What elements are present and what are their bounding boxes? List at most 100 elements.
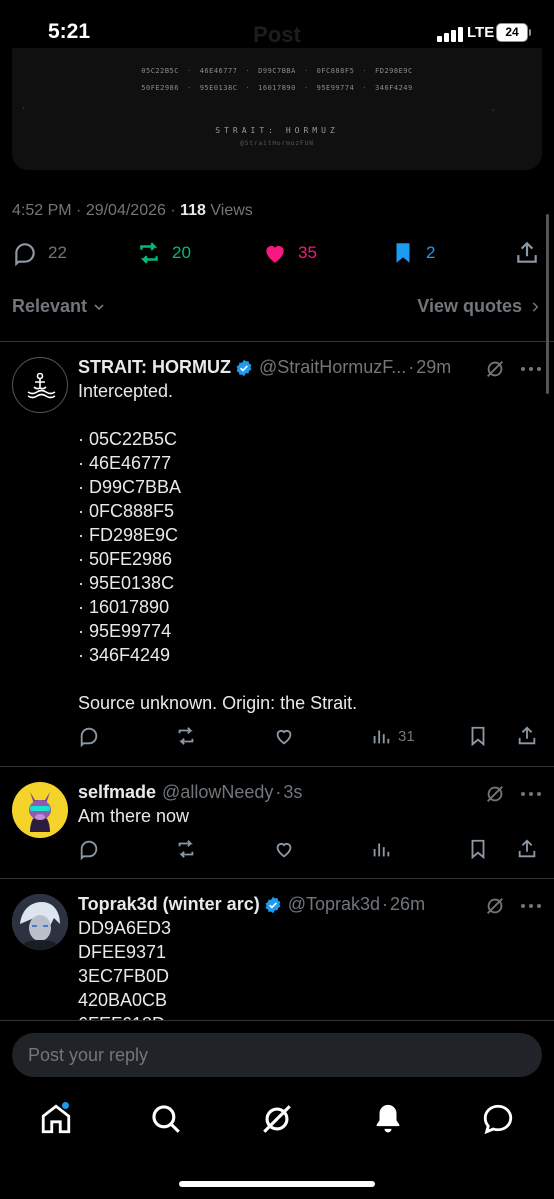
grok-icon[interactable] <box>484 895 506 917</box>
reply-button[interactable] <box>78 838 100 860</box>
reply-time: 29m <box>416 357 452 377</box>
share-button[interactable] <box>514 240 540 266</box>
reply-line: · 95E0138C <box>78 573 175 593</box>
repost-icon <box>178 840 194 858</box>
reply-line: · 50FE2986 <box>78 549 173 569</box>
reply-line: 420BA0CB <box>78 990 168 1010</box>
analytics-icon <box>373 730 390 744</box>
views-count: 118 <box>180 202 206 219</box>
nav-messages[interactable] <box>481 1102 515 1136</box>
reply-line: Source unknown. Origin: the Strait. <box>78 693 358 713</box>
like-button[interactable] <box>273 838 295 860</box>
more-icon[interactable] <box>520 366 542 372</box>
sort-label: Relevant <box>12 296 88 316</box>
share-icon <box>517 241 537 263</box>
media-handle: @StraitHormuzFUN <box>240 140 314 147</box>
grok-icon[interactable] <box>484 783 506 805</box>
media-code: 346F4249 <box>375 84 413 92</box>
bookmark-button[interactable] <box>467 725 489 747</box>
analytics-icon <box>373 843 390 857</box>
like-button[interactable]: 35 <box>262 240 317 266</box>
more-icon[interactable] <box>520 791 542 797</box>
reply-item[interactable]: selfmade @allowNeedy · 3s Am there now <box>0 766 554 878</box>
more-icon[interactable] <box>520 903 542 909</box>
bookmark-icon <box>471 726 485 747</box>
like-button[interactable] <box>273 725 295 747</box>
reply-action-bar <box>78 838 542 862</box>
scrollbar[interactable] <box>546 214 549 394</box>
reply-line: 6FEF618D <box>78 1012 171 1020</box>
verified-badge-icon <box>236 359 252 376</box>
share-icon <box>518 839 536 858</box>
like-count: 35 <box>298 243 317 262</box>
reply-item[interactable]: Toprak3d (winter arc) @Toprak3d · 26m DD… <box>0 878 554 1020</box>
reply-text: Intercepted. · 05C22B5C · 46E46777 · D99… <box>78 379 357 715</box>
views-label: Views <box>210 202 253 219</box>
reply-line: · FD298E9C <box>78 525 179 545</box>
post-time: 4:52 PM <box>12 202 72 219</box>
battery-icon: 24 <box>496 23 528 42</box>
reply-button[interactable]: 22 <box>12 240 67 266</box>
bottom-nav <box>0 1090 554 1160</box>
repost-button[interactable] <box>175 725 197 747</box>
bookmark-button[interactable] <box>467 838 489 860</box>
reply-author-handle[interactable]: @StraitHormuzF... <box>259 357 406 378</box>
media-code-row: 05C22B5C · 46E46777 · D99C7BBA · 0FC888F5 · … <box>141 67 413 75</box>
media-code: 46E46777 <box>199 67 238 75</box>
media-code: 16017890 <box>258 84 296 92</box>
reply-line: Am there now <box>78 806 190 826</box>
reply-author-handle[interactable]: @Toprak3d <box>288 894 380 915</box>
reply-compose-input[interactable]: Post your reply <box>12 1033 542 1077</box>
reply-button[interactable] <box>78 725 100 747</box>
reply-header: selfmade @allowNeedy · 3s <box>78 782 303 803</box>
views-button[interactable]: 31 <box>370 725 415 747</box>
nav-notifications[interactable] <box>371 1102 405 1136</box>
reply-author-name[interactable]: selfmade <box>78 782 156 803</box>
chevron-right-icon <box>532 301 539 312</box>
post-meta: 4:52 PM · 29/04/2026 · 118 Views <box>12 202 253 219</box>
share-button[interactable] <box>516 838 538 860</box>
reply-line: · 05C22B5C <box>78 429 178 449</box>
repost-count: 20 <box>172 243 191 262</box>
post-media[interactable]: 05C22B5C · 46E46777 · D99C7BBA · 0FC888F5 · … <box>12 48 542 170</box>
media-decoration: ⊓ <box>492 108 496 114</box>
reply-item[interactable]: STRAIT: HORMUZ @StraitHormuzF... · 29m I… <box>0 341 554 766</box>
nav-grok[interactable] <box>260 1102 294 1136</box>
share-button[interactable] <box>516 725 538 747</box>
notification-dot <box>61 1101 70 1110</box>
reply-text: Am there now <box>78 804 189 828</box>
reply-time: 3s <box>283 782 303 802</box>
sort-dropdown[interactable]: Relevant <box>12 296 107 317</box>
reply-header: Toprak3d (winter arc) @Toprak3d · 26m <box>78 894 426 915</box>
bookmark-button[interactable]: 2 <box>390 240 435 266</box>
bookmark-icon <box>471 839 485 860</box>
verified-badge-icon <box>265 896 281 913</box>
reply-author-handle[interactable]: @allowNeedy <box>162 782 273 803</box>
reply-views: 31 <box>398 727 415 745</box>
repost-button[interactable]: 20 <box>136 240 191 266</box>
media-code: D99C7BBA <box>258 67 296 75</box>
avatar[interactable] <box>12 782 68 838</box>
repost-icon <box>178 727 194 745</box>
grok-icon <box>263 1105 291 1133</box>
media-code: 05C22B5C <box>141 67 179 75</box>
signal-icon <box>437 26 463 42</box>
avatar[interactable] <box>12 894 68 950</box>
messages-icon <box>483 1104 513 1135</box>
repost-icon <box>140 242 158 264</box>
grok-icon[interactable] <box>484 358 506 380</box>
reply-line: DD9A6ED3 <box>78 918 172 938</box>
reply-line: · 16017890 <box>78 597 170 617</box>
reply-author-name[interactable]: Toprak3d (winter arc) <box>78 894 260 915</box>
avatar[interactable] <box>12 357 68 413</box>
character-avatar-icon <box>12 894 68 950</box>
chevron-down-icon <box>94 303 104 310</box>
reply-line: DFEE9371 <box>78 942 167 962</box>
nav-search[interactable] <box>149 1102 183 1136</box>
reply-line: · 46E46777 <box>78 453 172 473</box>
bookmark-count: 2 <box>426 243 436 262</box>
reply-author-name[interactable]: STRAIT: HORMUZ <box>78 357 231 378</box>
view-quotes-link[interactable]: View quotes <box>417 296 542 317</box>
repost-button[interactable] <box>175 838 197 860</box>
views-button[interactable] <box>370 838 392 860</box>
